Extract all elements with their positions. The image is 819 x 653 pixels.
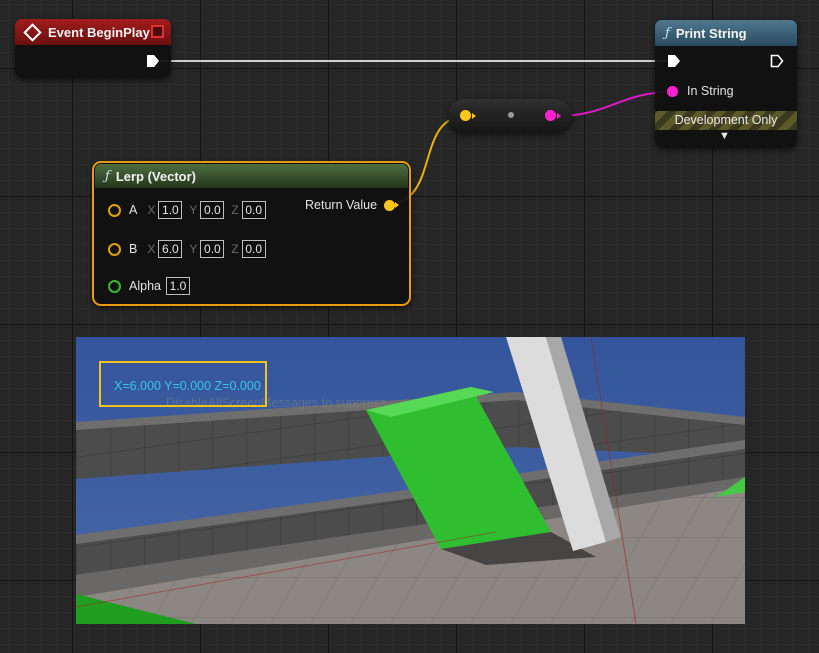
- b-z-field[interactable]: 0.0: [241, 240, 266, 258]
- to-string-conversion-node[interactable]: [448, 99, 572, 133]
- a-y-field[interactable]: 0.0: [200, 201, 225, 219]
- screen-message-box: X=6.000 Y=0.000 Z=0.000: [99, 361, 267, 407]
- vector-input-pin[interactable]: [460, 110, 471, 121]
- alpha-field[interactable]: 1.0: [165, 277, 190, 295]
- vector-input-pin[interactable]: [108, 242, 121, 256]
- b-x-field[interactable]: 6.0: [158, 240, 183, 258]
- y-label: Y: [189, 242, 198, 256]
- node-header: ƒ Print String: [655, 20, 797, 46]
- exec-output-pin[interactable]: [146, 54, 160, 68]
- string-input-pin[interactable]: [667, 85, 678, 97]
- lerp-vector-node[interactable]: ƒ Lerp (Vector) Return Value A X 1.0 Y 0…: [92, 161, 411, 306]
- conversion-dot-icon: [508, 112, 514, 118]
- input-alpha-row: Alpha 1.0: [108, 277, 190, 295]
- z-label: Z: [231, 242, 239, 256]
- screen-message-text: X=6.000 Y=0.000 Z=0.000: [114, 379, 261, 393]
- arrow-icon: [472, 113, 476, 119]
- chevron-down-icon[interactable]: ▼: [719, 130, 730, 142]
- event-beginplay-node[interactable]: Event BeginPlay: [15, 19, 171, 78]
- node-title: Print String: [675, 25, 747, 41]
- x-label: X: [147, 203, 156, 217]
- vector-input-pin[interactable]: [108, 203, 121, 217]
- a-x-field[interactable]: 1.0: [158, 201, 183, 219]
- input-a-row: A X 1.0 Y 0.0 Z 0.0: [108, 201, 266, 219]
- exec-input-pin[interactable]: [667, 54, 681, 68]
- node-title: Event BeginPlay: [48, 24, 150, 40]
- event-icon: [23, 22, 42, 42]
- float-input-pin[interactable]: [108, 279, 121, 293]
- game-viewport[interactable]: DisableAllScreenMessages to suppress X=6…: [76, 337, 745, 624]
- node-title: Lerp (Vector): [115, 168, 196, 184]
- exec-output-pin[interactable]: [770, 54, 784, 68]
- arrow-icon: [557, 113, 561, 119]
- vector-output-pin[interactable]: [384, 199, 396, 211]
- print-string-node[interactable]: ƒ Print String In String Development Onl…: [655, 20, 797, 148]
- pin-label: Return Value: [305, 198, 378, 212]
- function-icon: ƒ: [665, 25, 670, 41]
- b-y-field[interactable]: 0.0: [200, 240, 225, 258]
- x-label: X: [147, 242, 156, 256]
- function-icon: ƒ: [105, 168, 110, 184]
- return-value-row: Return Value: [305, 198, 400, 212]
- development-only-banner: Development Only: [655, 111, 797, 130]
- y-label: Y: [189, 203, 198, 217]
- pin-label: A: [129, 203, 138, 217]
- arrow-icon: [395, 202, 400, 208]
- node-header: ƒ Lerp (Vector): [95, 164, 408, 188]
- node-header: Event BeginPlay: [15, 19, 171, 45]
- string-output-pin[interactable]: [545, 110, 556, 121]
- input-b-row: B X 6.0 Y 0.0 Z 0.0: [108, 240, 266, 258]
- pin-label: B: [129, 242, 138, 256]
- pin-label: In String: [687, 84, 734, 98]
- in-string-row: In String: [667, 84, 734, 98]
- delegate-pin-icon[interactable]: [151, 25, 164, 38]
- a-z-field[interactable]: 0.0: [241, 201, 266, 219]
- z-label: Z: [231, 203, 239, 217]
- pin-label: Alpha: [129, 279, 161, 293]
